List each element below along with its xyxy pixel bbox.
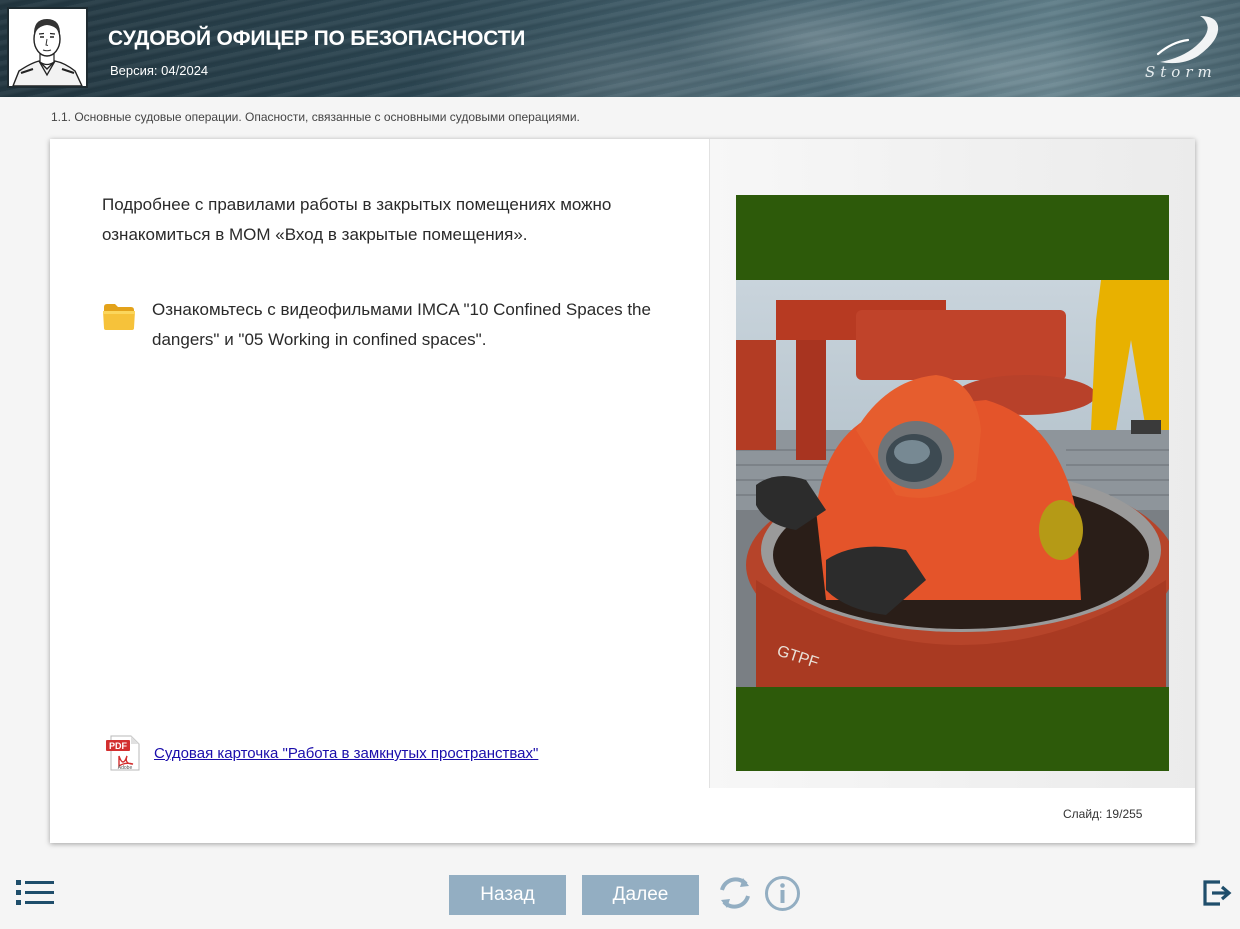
slide-counter: Слайд: 19/255	[1063, 807, 1143, 821]
folder-icon[interactable]	[102, 299, 136, 333]
svg-text:PDF: PDF	[109, 741, 128, 751]
confined-space-photo: GTPF	[736, 195, 1169, 771]
course-title: СУДОВОЙ ОФИЦЕР ПО БЕЗОПАСНОСТИ	[108, 27, 526, 50]
next-button[interactable]: Далее	[582, 875, 699, 915]
pdf-icon[interactable]: PDF Adobe	[105, 734, 143, 772]
pdf-document-link[interactable]: Судовая карточка "Работа в замкнутых про…	[154, 745, 538, 762]
app-header: СУДОВОЙ ОФИЦЕР ПО БЕЗОПАСНОСТИ Версия: 0…	[0, 0, 1240, 97]
course-version: Версия: 04/2024	[110, 63, 209, 78]
slide-card: Подробнее с правилами работы в закрытых …	[50, 139, 1195, 843]
storm-logo-text: Storm	[1145, 63, 1217, 81]
info-icon[interactable]	[764, 875, 801, 912]
back-button[interactable]: Назад	[449, 875, 566, 915]
slide-counter-current: 19	[1105, 807, 1120, 821]
officer-avatar	[7, 7, 88, 88]
menu-list-icon[interactable]	[16, 879, 54, 906]
breadcrumb: 1.1. Основные судовые операции. Опасност…	[51, 110, 580, 124]
svg-text:Adobe: Adobe	[118, 765, 133, 771]
slide-counter-total: 255	[1122, 807, 1143, 821]
exit-icon[interactable]	[1202, 878, 1232, 908]
video-reference-text: Ознакомьтесь с видеофильмами IMCA "10 Co…	[152, 300, 651, 349]
slide-paragraph: Подробнее с правилами работы в закрытых …	[102, 195, 612, 244]
slide-counter-label: Слайд:	[1063, 807, 1103, 821]
refresh-icon[interactable]	[716, 874, 754, 912]
